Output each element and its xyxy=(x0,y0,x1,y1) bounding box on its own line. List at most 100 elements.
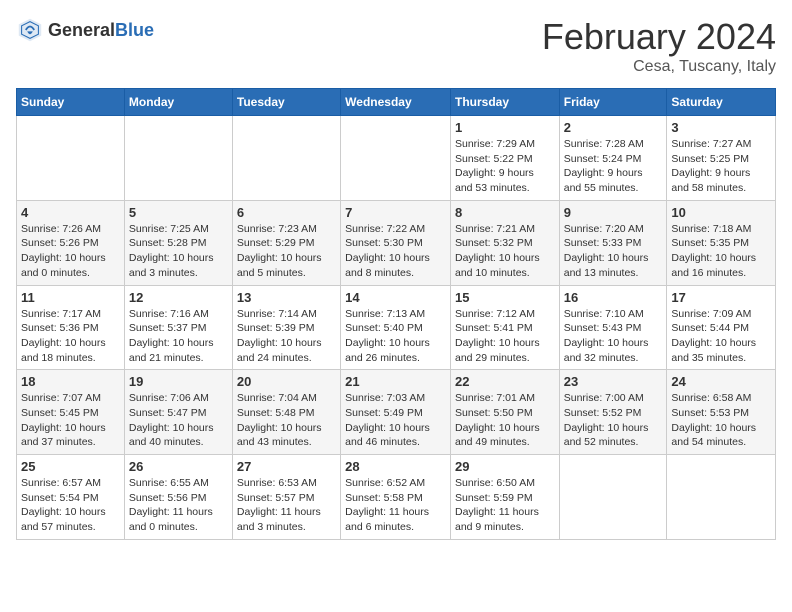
day-info: Sunrise: 7:16 AM Sunset: 5:37 PM Dayligh… xyxy=(129,307,228,366)
day-cell: 4 Sunrise: 7:26 AM Sunset: 5:26 PM Daylig… xyxy=(17,200,125,285)
logo-icon xyxy=(16,16,44,44)
day-number: 20 xyxy=(237,374,336,389)
day-number: 2 xyxy=(564,120,663,135)
day-number: 10 xyxy=(671,205,771,220)
day-number: 24 xyxy=(671,374,771,389)
week-row-3: 11 Sunrise: 7:17 AM Sunset: 5:36 PM Dayli… xyxy=(17,285,776,370)
day-number: 22 xyxy=(455,374,555,389)
day-number: 5 xyxy=(129,205,228,220)
day-info: Sunrise: 7:25 AM Sunset: 5:28 PM Dayligh… xyxy=(129,222,228,281)
week-row-4: 18 Sunrise: 7:07 AM Sunset: 5:45 PM Dayli… xyxy=(17,370,776,455)
day-number: 18 xyxy=(21,374,120,389)
day-number: 15 xyxy=(455,290,555,305)
day-info: Sunrise: 7:12 AM Sunset: 5:41 PM Dayligh… xyxy=(455,307,555,366)
day-cell: 27 Sunrise: 6:53 AM Sunset: 5:57 PM Dayli… xyxy=(232,455,340,540)
week-row-5: 25Sunrise: 6:57 AM Sunset: 5:54 PM Dayli… xyxy=(17,455,776,540)
day-number: 3 xyxy=(671,120,771,135)
day-cell: 6 Sunrise: 7:23 AM Sunset: 5:29 PM Daylig… xyxy=(232,200,340,285)
day-cell: 20Sunrise: 7:04 AM Sunset: 5:48 PM Dayli… xyxy=(232,370,340,455)
day-info: Sunrise: 6:57 AM Sunset: 5:54 PM Dayligh… xyxy=(21,476,120,535)
day-cell: 22Sunrise: 7:01 AM Sunset: 5:50 PM Dayli… xyxy=(450,370,559,455)
day-info: Sunrise: 7:27 AM Sunset: 5:25 PM Dayligh… xyxy=(671,137,771,196)
logo: GeneralBlue xyxy=(16,16,154,44)
page-header: GeneralBlue February 2024 Cesa, Tuscany,… xyxy=(16,16,776,76)
day-info: Sunrise: 7:13 AM Sunset: 5:40 PM Dayligh… xyxy=(345,307,446,366)
day-number: 8 xyxy=(455,205,555,220)
day-cell: 24 Sunrise: 6:58 AM Sunset: 5:53 PM Dayli… xyxy=(667,370,776,455)
day-number: 19 xyxy=(129,374,228,389)
day-cell: 2 Sunrise: 7:28 AM Sunset: 5:24 PM Daylig… xyxy=(559,116,667,201)
month-year-title: February 2024 xyxy=(542,16,776,58)
day-info: Sunrise: 7:22 AM Sunset: 5:30 PM Dayligh… xyxy=(345,222,446,281)
day-info: Sunrise: 7:17 AM Sunset: 5:36 PM Dayligh… xyxy=(21,307,120,366)
col-header-thursday: Thursday xyxy=(450,89,559,116)
day-cell: 15 Sunrise: 7:12 AM Sunset: 5:41 PM Dayli… xyxy=(450,285,559,370)
day-info: Sunrise: 7:06 AM Sunset: 5:47 PM Dayligh… xyxy=(129,391,228,450)
day-cell: 1Sunrise: 7:29 AM Sunset: 5:22 PM Daylig… xyxy=(450,116,559,201)
day-number: 28 xyxy=(345,459,446,474)
col-header-sunday: Sunday xyxy=(17,89,125,116)
day-info: Sunrise: 7:20 AM Sunset: 5:33 PM Dayligh… xyxy=(564,222,663,281)
calendar-table: SundayMondayTuesdayWednesdayThursdayFrid… xyxy=(16,88,776,540)
day-info: Sunrise: 7:18 AM Sunset: 5:35 PM Dayligh… xyxy=(671,222,771,281)
col-header-friday: Friday xyxy=(559,89,667,116)
day-cell xyxy=(341,116,451,201)
day-number: 12 xyxy=(129,290,228,305)
day-cell: 12 Sunrise: 7:16 AM Sunset: 5:37 PM Dayli… xyxy=(124,285,232,370)
day-cell: 8 Sunrise: 7:21 AM Sunset: 5:32 PM Daylig… xyxy=(450,200,559,285)
title-area: February 2024 Cesa, Tuscany, Italy xyxy=(542,16,776,76)
day-cell: 19 Sunrise: 7:06 AM Sunset: 5:47 PM Dayli… xyxy=(124,370,232,455)
day-cell xyxy=(667,455,776,540)
day-number: 9 xyxy=(564,205,663,220)
day-cell xyxy=(17,116,125,201)
day-number: 27 xyxy=(237,459,336,474)
day-cell: 25Sunrise: 6:57 AM Sunset: 5:54 PM Dayli… xyxy=(17,455,125,540)
day-number: 23 xyxy=(564,374,663,389)
day-cell: 3 Sunrise: 7:27 AM Sunset: 5:25 PM Daylig… xyxy=(667,116,776,201)
day-cell: 7 Sunrise: 7:22 AM Sunset: 5:30 PM Daylig… xyxy=(341,200,451,285)
col-header-monday: Monday xyxy=(124,89,232,116)
col-header-saturday: Saturday xyxy=(667,89,776,116)
column-header-row: SundayMondayTuesdayWednesdayThursdayFrid… xyxy=(17,89,776,116)
day-info: Sunrise: 7:03 AM Sunset: 5:49 PM Dayligh… xyxy=(345,391,446,450)
day-cell: 11 Sunrise: 7:17 AM Sunset: 5:36 PM Dayli… xyxy=(17,285,125,370)
day-number: 6 xyxy=(237,205,336,220)
logo-general: General xyxy=(48,20,115,40)
day-cell: 17 Sunrise: 7:09 AM Sunset: 5:44 PM Dayli… xyxy=(667,285,776,370)
day-cell: 29 Sunrise: 6:50 AM Sunset: 5:59 PM Dayli… xyxy=(450,455,559,540)
day-info: Sunrise: 6:58 AM Sunset: 5:53 PM Dayligh… xyxy=(671,391,771,450)
week-row-2: 4 Sunrise: 7:26 AM Sunset: 5:26 PM Daylig… xyxy=(17,200,776,285)
day-cell: 23 Sunrise: 7:00 AM Sunset: 5:52 PM Dayli… xyxy=(559,370,667,455)
day-cell: 21Sunrise: 7:03 AM Sunset: 5:49 PM Dayli… xyxy=(341,370,451,455)
day-cell xyxy=(124,116,232,201)
day-cell: 14Sunrise: 7:13 AM Sunset: 5:40 PM Dayli… xyxy=(341,285,451,370)
day-info: Sunrise: 7:26 AM Sunset: 5:26 PM Dayligh… xyxy=(21,222,120,281)
day-number: 17 xyxy=(671,290,771,305)
day-number: 11 xyxy=(21,290,120,305)
day-info: Sunrise: 6:50 AM Sunset: 5:59 PM Dayligh… xyxy=(455,476,555,535)
day-info: Sunrise: 7:10 AM Sunset: 5:43 PM Dayligh… xyxy=(564,307,663,366)
day-number: 29 xyxy=(455,459,555,474)
day-info: Sunrise: 7:07 AM Sunset: 5:45 PM Dayligh… xyxy=(21,391,120,450)
day-cell: 16 Sunrise: 7:10 AM Sunset: 5:43 PM Dayli… xyxy=(559,285,667,370)
day-cell: 5 Sunrise: 7:25 AM Sunset: 5:28 PM Daylig… xyxy=(124,200,232,285)
day-info: Sunrise: 7:09 AM Sunset: 5:44 PM Dayligh… xyxy=(671,307,771,366)
day-number: 7 xyxy=(345,205,446,220)
day-info: Sunrise: 6:53 AM Sunset: 5:57 PM Dayligh… xyxy=(237,476,336,535)
day-info: Sunrise: 7:23 AM Sunset: 5:29 PM Dayligh… xyxy=(237,222,336,281)
day-cell xyxy=(559,455,667,540)
day-info: Sunrise: 7:28 AM Sunset: 5:24 PM Dayligh… xyxy=(564,137,663,196)
day-number: 13 xyxy=(237,290,336,305)
day-info: Sunrise: 7:21 AM Sunset: 5:32 PM Dayligh… xyxy=(455,222,555,281)
location-subtitle: Cesa, Tuscany, Italy xyxy=(542,58,776,76)
col-header-tuesday: Tuesday xyxy=(232,89,340,116)
week-row-1: 1Sunrise: 7:29 AM Sunset: 5:22 PM Daylig… xyxy=(17,116,776,201)
day-info: Sunrise: 6:52 AM Sunset: 5:58 PM Dayligh… xyxy=(345,476,446,535)
day-number: 4 xyxy=(21,205,120,220)
day-cell: 9 Sunrise: 7:20 AM Sunset: 5:33 PM Daylig… xyxy=(559,200,667,285)
day-number: 16 xyxy=(564,290,663,305)
day-info: Sunrise: 7:00 AM Sunset: 5:52 PM Dayligh… xyxy=(564,391,663,450)
day-info: Sunrise: 6:55 AM Sunset: 5:56 PM Dayligh… xyxy=(129,476,228,535)
logo-blue: Blue xyxy=(115,20,154,40)
day-number: 1 xyxy=(455,120,555,135)
